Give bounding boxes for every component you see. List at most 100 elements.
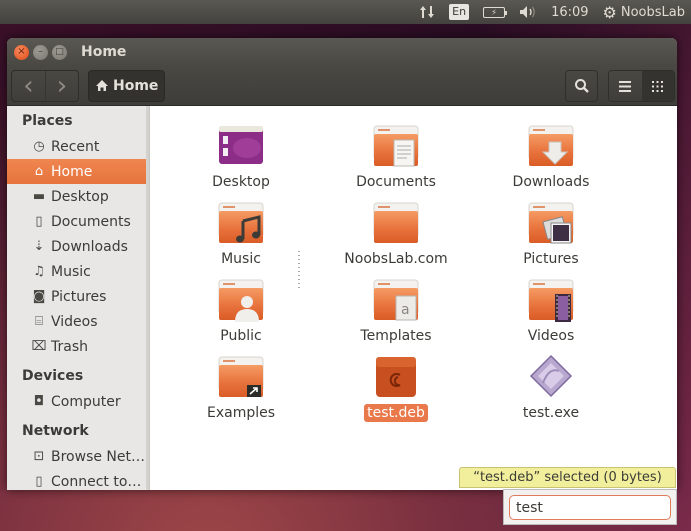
chevron-right-icon: › [56, 70, 68, 101]
status-text: “test.deb” selected (0 bytes) [473, 470, 662, 485]
minimize-button[interactable]: – [33, 44, 48, 60]
type-ahead-input[interactable] [509, 495, 671, 520]
file-name: test.exe [522, 405, 580, 421]
sidebar-item-downloads[interactable]: ⇣ Downloads [7, 234, 148, 259]
file-item-videos[interactable]: Videos [486, 276, 616, 345]
sidebar-item-label: Documents [51, 213, 131, 230]
search-icon [574, 79, 589, 93]
sidebar-heading-places: Places [22, 113, 73, 129]
file-item-documents[interactable]: Documents [331, 122, 461, 191]
home-icon: ⌂ [34, 164, 44, 179]
file-name: Videos [527, 328, 575, 344]
session-menu[interactable]: ⚙ NoobsLab [603, 0, 685, 24]
list-view-button[interactable] [609, 71, 642, 101]
sidebar-item-label: Trash [51, 338, 88, 355]
file-item-pictures[interactable]: Pictures [486, 199, 616, 268]
document-icon: ▯ [35, 214, 43, 229]
desktop-folder-icon [219, 126, 263, 164]
clock-icon: ◷ [33, 139, 45, 154]
link-folder-icon [218, 356, 264, 397]
volume-icon [520, 6, 535, 18]
top-panel: En ⚡ 16:09 ⚙ NoobsLab [0, 0, 691, 24]
file-item-noobslab-com[interactable]: NoobsLab.com [331, 199, 461, 268]
sidebar-item-label: Browse Net… [51, 448, 146, 465]
battery-charging-icon: ⚡ [483, 6, 508, 18]
folder-icon [373, 202, 419, 243]
sidebar-item-label: Music [51, 263, 91, 280]
sidebar-item-videos[interactable]: ⌸ Videos [7, 309, 148, 334]
download-folder-icon [528, 125, 574, 166]
file-item-templates[interactable]: a Templates [331, 276, 461, 345]
sidebar-item-label: Connect to… [51, 473, 142, 490]
file-name: Documents [356, 174, 436, 190]
sidebar-item-pictures[interactable]: ◙ Pictures [7, 284, 148, 309]
content-area: Places ◷ Recent ⌂ Home ▬ Desktop ▯ Documents ⇣ Dow… [7, 106, 677, 490]
maximize-button[interactable]: □ [52, 44, 67, 60]
list-view-icon [619, 80, 632, 92]
clock[interactable]: 16:09 [551, 0, 588, 24]
chevron-left-icon: ‹ [23, 70, 34, 101]
sidebar-item-label: Videos [51, 313, 98, 330]
close-button[interactable]: × [14, 44, 29, 60]
pictures-folder-icon [528, 202, 574, 244]
grid-view-button[interactable] [641, 71, 674, 101]
file-manager-window: × – □ Home ‹ › Home Places ◷ Recent ⌂ Ho… [7, 38, 677, 490]
sidebar-item-music[interactable]: ♫ Music [7, 259, 148, 284]
sidebar-item-computer[interactable]: ◘ Computer [7, 389, 148, 414]
back-button[interactable]: ‹ [12, 71, 45, 101]
sidebar-item-label: Home [51, 163, 93, 180]
minimize-icon: – [38, 46, 43, 57]
folder-icon: ▬ [32, 189, 46, 204]
template-folder-icon: a [373, 279, 419, 321]
file-name: test.deb [364, 404, 428, 422]
window-title: Home [81, 44, 127, 60]
sidebar-item-desktop[interactable]: ▬ Desktop [7, 184, 148, 209]
maximize-icon: □ [55, 46, 64, 57]
trash-icon: ⌧ [31, 339, 47, 354]
toolbar: ‹ › Home [7, 66, 677, 106]
debian-package-icon [376, 357, 416, 397]
file-item-public[interactable]: Public [176, 276, 306, 345]
person-folder-icon [218, 279, 264, 322]
forward-button[interactable]: › [45, 70, 78, 101]
network-updown-icon[interactable] [419, 0, 435, 24]
home-icon [96, 80, 108, 91]
file-name: NoobsLab.com [344, 251, 448, 267]
file-item-downloads[interactable]: Downloads [486, 122, 616, 191]
sidebar-item-connect-to[interactable]: ▯ Connect to… [7, 469, 148, 490]
battery-indicator[interactable]: ⚡ [483, 0, 508, 24]
sidebar-item-label: Pictures [51, 288, 107, 305]
session-gear-icon: ⚙ [602, 2, 617, 22]
grid-view-icon [652, 80, 664, 92]
file-item-music[interactable]: Music [176, 199, 306, 268]
music-icon: ♫ [33, 264, 45, 279]
download-icon: ⇣ [33, 239, 45, 254]
sidebar-heading-devices: Devices [22, 368, 84, 384]
file-name: Public [220, 328, 262, 344]
sidebar-item-label: Downloads [51, 238, 128, 255]
search-button[interactable] [565, 70, 598, 102]
type-ahead-popup [503, 489, 677, 525]
file-item-desktop[interactable]: Desktop [176, 122, 306, 191]
sidebar-item-recent[interactable]: ◷ Recent [7, 134, 148, 159]
file-item-test-deb[interactable]: test.deb [331, 353, 461, 422]
sidebar-heading-network: Network [22, 423, 89, 439]
volume-indicator[interactable] [519, 0, 537, 24]
file-name: Desktop [212, 174, 270, 190]
sidebar-item-home[interactable]: ⌂ Home [7, 159, 148, 184]
sidebar-item-trash[interactable]: ⌧ Trash [7, 334, 148, 359]
wine-executable-icon [529, 354, 573, 398]
sidebar-item-documents[interactable]: ▯ Documents [7, 209, 148, 234]
server-icon: ▯ [35, 474, 43, 489]
history-nav: ‹ › [11, 69, 79, 102]
film-folder-icon [528, 279, 574, 322]
file-item-test-exe[interactable]: test.exe [486, 353, 616, 422]
path-bar-home[interactable]: Home [88, 69, 166, 102]
file-name: Templates [360, 328, 432, 344]
keyboard-layout-indicator[interactable]: En [449, 0, 470, 24]
file-item-examples[interactable]: Examples [176, 353, 306, 422]
sidebar-item-label: Recent [51, 138, 100, 155]
network-icon: ⊡ [33, 449, 45, 464]
sidebar-item-browse-net[interactable]: ⊡ Browse Net… [7, 444, 148, 469]
title-bar[interactable]: × – □ Home [7, 38, 677, 66]
